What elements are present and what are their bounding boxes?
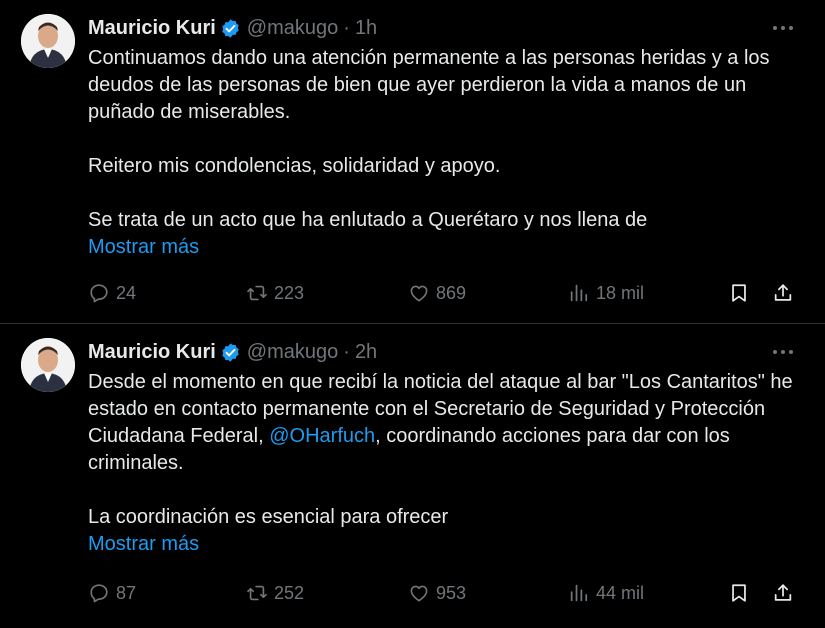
bookmark-icon: [732, 284, 746, 302]
reply-button[interactable]: 87: [88, 580, 136, 606]
tweet-actions: 87 252 953 44 mil: [88, 580, 803, 606]
bookmark-button[interactable]: [728, 580, 750, 606]
reply-icon: [90, 284, 108, 303]
tweet[interactable]: Mauricio Kuri @makugo · 2h Desde el mome…: [0, 324, 825, 628]
like-button[interactable]: 869: [408, 280, 466, 306]
avatar-image: [21, 338, 75, 392]
views-icon: [570, 284, 588, 302]
tweet-paragraph: La coordinación es esencial para ofrecer: [88, 506, 449, 528]
timeline: Mauricio Kuri @makugo · 1h Continuamos d…: [0, 0, 825, 628]
like-count: 953: [436, 582, 467, 603]
tweet-text: Continuamos dando una atención permanent…: [88, 45, 803, 261]
reply-icon: [90, 584, 108, 603]
share-button[interactable]: [772, 280, 794, 306]
share-button[interactable]: [772, 580, 794, 606]
like-button[interactable]: 953: [408, 580, 466, 606]
retweet-button[interactable]: 223: [246, 280, 304, 306]
author-name[interactable]: Mauricio Kuri: [88, 17, 216, 40]
retweet-count: 223: [274, 282, 305, 303]
retweet-icon: [247, 585, 267, 601]
views-icon: [570, 584, 588, 602]
like-icon: [410, 285, 428, 302]
tweet-actions: 24 223 869 18 mil: [88, 280, 803, 306]
tweet-paragraph: Se trata de un acto que ha enlutado a Qu…: [88, 209, 648, 231]
verified-badge-icon: [222, 342, 239, 362]
show-more-link[interactable]: Mostrar más: [88, 531, 803, 558]
reply-count: 24: [116, 282, 137, 303]
views-button[interactable]: 44 mil: [568, 580, 644, 606]
author-name[interactable]: Mauricio Kuri: [88, 341, 216, 364]
author-handle[interactable]: @makugo: [247, 341, 338, 364]
separator-dot: ·: [343, 340, 350, 363]
bookmark-icon: [732, 584, 746, 602]
separator-dot: ·: [343, 16, 350, 39]
reply-button[interactable]: 24: [88, 280, 136, 306]
like-count: 869: [436, 282, 467, 303]
views-count: 18 mil: [596, 282, 645, 303]
author-handle[interactable]: @makugo: [247, 17, 338, 40]
retweet-icon: [247, 285, 267, 301]
tweet-header: Mauricio Kuri @makugo · 1h: [88, 14, 377, 42]
verified-badge-icon: [222, 18, 239, 38]
more-icon[interactable]: [771, 342, 795, 362]
share-icon: [774, 284, 792, 301]
tweet-paragraph: Reitero mis condolencias, solidaridad y …: [88, 155, 501, 177]
avatar[interactable]: [21, 338, 75, 392]
timestamp[interactable]: 2h: [355, 341, 377, 364]
reply-count: 87: [116, 582, 137, 603]
tweet-paragraph: Desde el momento en que recibí la notici…: [88, 369, 803, 477]
tweet-paragraph: Continuamos dando una atención permanent…: [88, 47, 770, 123]
tweet-text: Desde el momento en que recibí la notici…: [88, 369, 803, 558]
share-icon: [774, 584, 792, 601]
retweet-count: 252: [274, 582, 305, 603]
bookmark-button[interactable]: [728, 280, 750, 306]
timestamp[interactable]: 1h: [355, 17, 377, 40]
mention-link[interactable]: @OHarfuch: [269, 425, 375, 447]
views-count: 44 mil: [596, 582, 645, 603]
more-icon[interactable]: [771, 18, 795, 38]
retweet-button[interactable]: 252: [246, 580, 304, 606]
show-more-link[interactable]: Mostrar más: [88, 234, 803, 261]
like-icon: [410, 585, 428, 602]
avatar-image: [21, 14, 75, 68]
views-button[interactable]: 18 mil: [568, 280, 644, 306]
tweet[interactable]: Mauricio Kuri @makugo · 1h Continuamos d…: [0, 0, 825, 323]
avatar[interactable]: [21, 14, 75, 68]
tweet-header: Mauricio Kuri @makugo · 2h: [88, 338, 377, 366]
